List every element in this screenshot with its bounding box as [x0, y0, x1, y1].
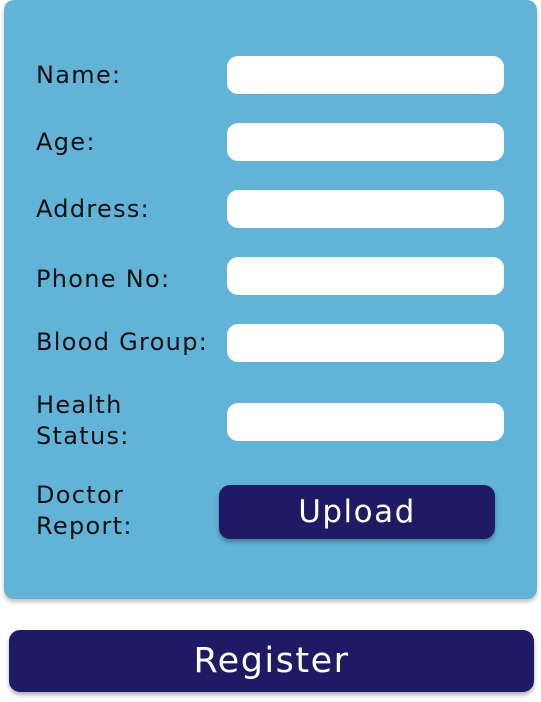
- upload-button[interactable]: Upload: [219, 485, 495, 539]
- health-status-label-line2: Status:: [36, 422, 130, 450]
- blood-group-label: Blood Group:: [36, 328, 209, 356]
- blood-group-input[interactable]: [227, 324, 504, 362]
- phone-input[interactable]: [227, 257, 504, 295]
- doctor-report-label-line2: Report:: [36, 512, 133, 540]
- address-label: Address:: [36, 195, 151, 223]
- phone-label: Phone No:: [36, 265, 171, 293]
- age-label: Age:: [36, 128, 96, 156]
- health-status-input[interactable]: [227, 403, 504, 441]
- doctor-report-label-line1: Doctor: [36, 481, 125, 509]
- address-input[interactable]: [227, 190, 504, 228]
- health-status-label-line1: Health: [36, 391, 123, 419]
- name-label: Name:: [36, 61, 122, 89]
- name-input[interactable]: [227, 56, 504, 94]
- register-button[interactable]: Register: [9, 630, 534, 692]
- age-input[interactable]: [227, 123, 504, 161]
